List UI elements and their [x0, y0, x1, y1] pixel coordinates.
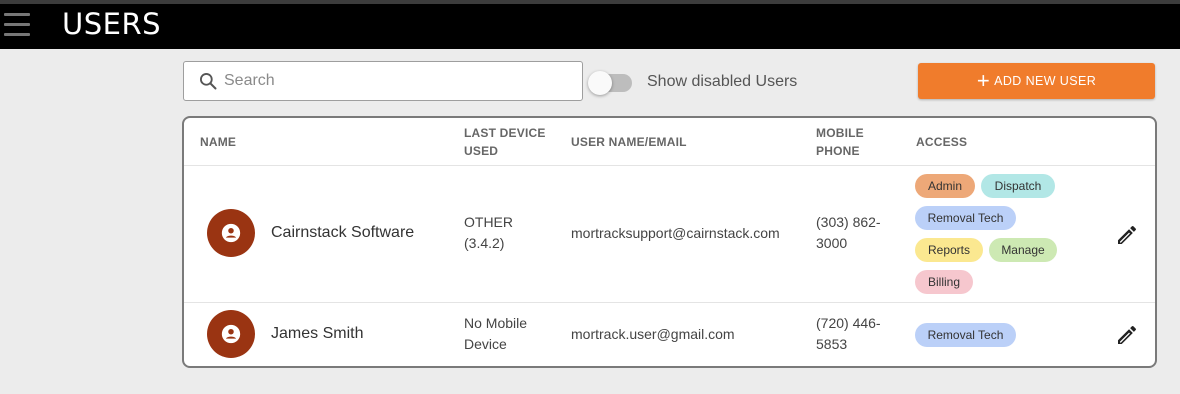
- search-input[interactable]: [224, 72, 564, 90]
- edit-user-button[interactable]: [1115, 223, 1139, 247]
- show-disabled-label: Show disabled Users: [647, 73, 798, 90]
- pencil-icon: [1118, 325, 1137, 344]
- access-chip-manage: Manage: [989, 238, 1057, 262]
- column-header-last-device[interactable]: LAST DEVICE USED: [464, 124, 546, 160]
- avatar: [207, 310, 255, 358]
- add-new-user-button[interactable]: + ADD NEW USER: [918, 63, 1155, 99]
- access-chip-reports: Reports: [915, 238, 983, 262]
- column-header-email[interactable]: USER NAME/EMAIL: [571, 133, 687, 151]
- account-circle-icon: [221, 223, 241, 243]
- access-chip-admin: Admin: [915, 174, 975, 198]
- edit-user-button[interactable]: [1115, 323, 1139, 347]
- page-title: USERS: [62, 7, 162, 41]
- plus-icon: +: [976, 68, 991, 93]
- header-divider: [184, 165, 1155, 166]
- pencil-icon: [1118, 225, 1137, 244]
- top-app-bar: USERS: [0, 0, 1180, 49]
- access-chip-removal-tech: Removal Tech: [915, 206, 1016, 230]
- user-email: mortrack.user@gmail.com: [571, 326, 735, 342]
- show-disabled-toggle[interactable]: [588, 71, 632, 95]
- user-name: James Smith: [271, 325, 364, 342]
- account-circle-icon: [221, 324, 241, 344]
- toggle-thumb: [588, 71, 612, 95]
- mobile-phone: (720) 446- 5853: [816, 315, 881, 352]
- last-device: No Mobile Device: [464, 315, 528, 352]
- column-header-mobile-phone[interactable]: MOBILE PHONE: [816, 124, 864, 160]
- user-email: mortracksupport@cairnstack.com: [571, 225, 780, 241]
- access-chip-removal-tech: Removal Tech: [915, 323, 1016, 347]
- user-name: Cairnstack Software: [271, 224, 415, 241]
- add-new-user-label: ADD NEW USER: [994, 74, 1097, 88]
- column-header-access: ACCESS: [916, 135, 968, 149]
- mobile-phone: (303) 862- 3000: [816, 214, 881, 251]
- last-device: OTHER (3.4.2): [464, 214, 513, 251]
- access-chip-billing: Billing: [915, 270, 973, 294]
- hamburger-menu-icon[interactable]: [4, 13, 30, 39]
- row-divider: [184, 302, 1155, 303]
- users-table: NAME LAST DEVICE USED USER NAME/EMAIL MO…: [182, 116, 1157, 368]
- avatar: [207, 209, 255, 257]
- access-chip-dispatch: Dispatch: [981, 174, 1055, 198]
- search-icon: [200, 73, 217, 90]
- column-header-name[interactable]: NAME: [200, 133, 236, 151]
- search-box[interactable]: [183, 61, 583, 101]
